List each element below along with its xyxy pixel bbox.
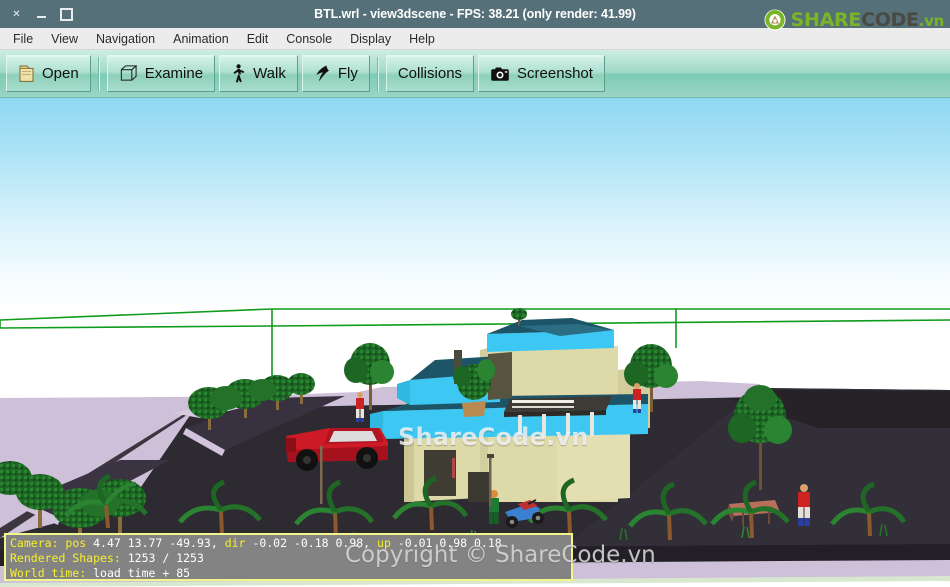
- menu-item-navigation[interactable]: Navigation: [87, 30, 164, 48]
- close-icon[interactable]: [10, 8, 23, 21]
- status-line-camera: Camera: pos 4.47 13.77 -49.93, dir -0.02…: [10, 536, 568, 551]
- walking-person-icon: [233, 63, 245, 82]
- logo-share-text: SHARE: [790, 8, 862, 31]
- status-worldtime-value: load time + 85: [93, 566, 191, 580]
- status-up-value: -0.01 0.98 0.18: [397, 536, 502, 550]
- status-overlay: Camera: pos 4.47 13.77 -49.93, dir -0.02…: [4, 533, 573, 581]
- menu-item-animation[interactable]: Animation: [164, 30, 238, 48]
- window-lower-left: [424, 450, 456, 496]
- collisions-button-label: Collisions: [397, 65, 463, 82]
- menu-item-console[interactable]: Console: [277, 30, 341, 48]
- menu-item-edit[interactable]: Edit: [238, 30, 278, 48]
- logo-tld-text: .vn: [918, 11, 945, 30]
- collisions-button[interactable]: Collisions: [385, 55, 475, 92]
- status-camera-key: Camera:: [10, 536, 59, 550]
- logo-code-text: CODE: [861, 8, 919, 31]
- folder-icon: [19, 65, 34, 82]
- status-up-key: up: [377, 536, 391, 550]
- maximize-icon[interactable]: [60, 8, 73, 21]
- status-pos-key: pos: [65, 536, 87, 550]
- view3dscene-window: BTL.wrl - view3dscene - FPS: 38.21 (only…: [0, 0, 950, 587]
- 3d-viewport[interactable]: ShareCode.vn: [0, 98, 950, 587]
- open-button[interactable]: Open: [6, 55, 91, 92]
- open-button-label: Open: [42, 65, 79, 82]
- menu-item-file[interactable]: File: [4, 30, 42, 48]
- status-shapes-key: Rendered Shapes:: [10, 551, 121, 565]
- status-line-shapes: Rendered Shapes: 1253 / 1253: [10, 551, 568, 566]
- screenshot-button-label: Screenshot: [517, 65, 593, 82]
- status-pos-value: 4.47 13.77 -49.93,: [93, 536, 218, 550]
- fly-button[interactable]: Fly: [301, 55, 370, 92]
- menu-item-help[interactable]: Help: [400, 30, 444, 48]
- status-line-worldtime: World time: load time + 85: [10, 566, 568, 581]
- window-controls: [0, 8, 120, 21]
- minimize-icon[interactable]: [35, 8, 48, 21]
- screenshot-button[interactable]: Screenshot: [478, 55, 605, 92]
- walk-button[interactable]: Walk: [219, 55, 298, 92]
- status-worldtime-key: World time:: [10, 566, 87, 580]
- camera-icon: [491, 67, 509, 81]
- cube-icon: [120, 65, 138, 81]
- logo-wordmark: SHARECODE.vn: [790, 8, 945, 31]
- menu-item-view[interactable]: View: [42, 30, 87, 48]
- bird-wing-icon: [316, 65, 329, 82]
- toolbar-separator-2: [376, 56, 379, 91]
- recycle-arrows-icon: [764, 9, 786, 31]
- door-opening: [468, 472, 490, 502]
- status-shapes-value: 1253 / 1253: [127, 551, 204, 565]
- status-dir-key: dir: [224, 536, 246, 550]
- menu-item-display[interactable]: Display: [341, 30, 400, 48]
- toolbar-separator-1: [97, 56, 100, 91]
- examine-button-label: Examine: [144, 65, 204, 82]
- examine-button[interactable]: Examine: [106, 55, 216, 92]
- pole-mid: [320, 446, 323, 504]
- tool-bar: Open Examine Walk Fly Collisions Screens…: [0, 50, 950, 98]
- status-dir-value: -0.02 -0.18 0.98,: [252, 536, 371, 550]
- 3d-scene-render: [0, 98, 950, 587]
- sharecode-logo: SHARECODE.vn: [763, 7, 944, 33]
- walk-button-label: Walk: [253, 65, 286, 82]
- fly-button-label: Fly: [337, 65, 358, 82]
